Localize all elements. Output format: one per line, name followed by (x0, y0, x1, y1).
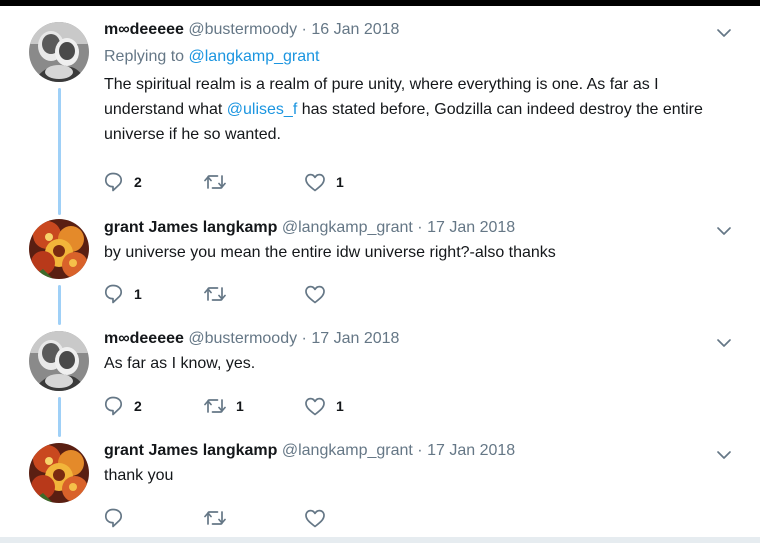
heart-icon (305, 173, 325, 192)
retweet-button[interactable] (204, 507, 236, 529)
chevron-down-icon[interactable] (716, 337, 732, 349)
mention-link[interactable]: @ulises_f (227, 101, 298, 118)
reply-count: 1 (134, 286, 142, 302)
tweet-date[interactable]: 17 Jan 2018 (311, 330, 399, 347)
thread-connector (58, 285, 61, 325)
display-name[interactable]: grant James langkamp (104, 219, 277, 236)
separator: · (301, 21, 307, 38)
avatar[interactable] (29, 22, 89, 82)
chevron-down-icon[interactable] (716, 27, 732, 39)
separator: · (417, 219, 423, 236)
like-count: 1 (336, 174, 344, 190)
tweet-header: grant James langkamp @langkamp_grant · 1… (104, 218, 724, 238)
chevron-down-icon[interactable] (716, 225, 732, 237)
avatar[interactable] (29, 219, 89, 279)
separator: · (417, 442, 423, 459)
thread-connector (58, 88, 61, 215)
retweet-icon (204, 399, 226, 413)
like-button[interactable] (304, 283, 336, 305)
reply-button[interactable]: 1 (104, 283, 142, 305)
reply-icon (104, 508, 123, 528)
tweet-text-part: thank you (104, 467, 174, 484)
tweet-text-part: As far as I know, yes. (104, 355, 256, 372)
tweet-text: The spiritual realm is a realm of pure u… (104, 72, 724, 147)
heart-icon (305, 285, 325, 304)
retweet-button[interactable] (204, 283, 236, 305)
tweet-date[interactable]: 16 Jan 2018 (311, 21, 399, 38)
avatar[interactable] (29, 443, 89, 503)
like-button[interactable]: 1 (304, 171, 344, 193)
tweet-header: m∞deeeee @bustermoody · 17 Jan 2018 (104, 329, 724, 349)
like-button[interactable]: 1 (304, 395, 344, 417)
like-button[interactable] (304, 507, 336, 529)
replying-to-link[interactable]: @langkamp_grant (189, 48, 320, 65)
user-handle[interactable]: @langkamp_grant (282, 442, 413, 459)
user-handle[interactable]: @langkamp_grant (282, 219, 413, 236)
reply-icon (104, 396, 123, 416)
separator: · (301, 330, 307, 347)
tweet-text-part: by universe you mean the entire idw univ… (104, 244, 556, 261)
tweet-date[interactable]: 17 Jan 2018 (427, 442, 515, 459)
retweet-button[interactable]: 1 (204, 395, 244, 417)
heart-icon (305, 397, 325, 416)
reply-count: 2 (134, 174, 142, 190)
reply-button[interactable]: 2 (104, 395, 142, 417)
replying-prefix: Replying to (104, 48, 185, 65)
retweet-icon (204, 287, 226, 301)
reply-count: 2 (134, 398, 142, 414)
retweet-icon (204, 511, 226, 525)
display-name[interactable]: grant James langkamp (104, 442, 277, 459)
retweet-icon (204, 175, 226, 189)
tweet-header: grant James langkamp @langkamp_grant · 1… (104, 441, 724, 461)
user-handle[interactable]: @bustermoody (188, 21, 297, 38)
reply-icon (104, 284, 123, 304)
tweet-date[interactable]: 17 Jan 2018 (427, 219, 515, 236)
heart-icon (305, 509, 325, 528)
top-border (0, 0, 760, 6)
retweet-button[interactable] (204, 171, 236, 193)
tweet-header: m∞deeeee @bustermoody · 16 Jan 2018 (104, 20, 724, 40)
like-count: 1 (336, 398, 344, 414)
display-name[interactable]: m∞deeeee (104, 21, 184, 38)
reply-button[interactable] (104, 507, 134, 529)
reply-icon (104, 172, 123, 192)
tweet-text: by universe you mean the entire idw univ… (104, 240, 724, 265)
bottom-border (0, 537, 760, 543)
reply-button[interactable]: 2 (104, 171, 142, 193)
replying-to: Replying to @langkamp_grant (104, 47, 724, 67)
tweet-text: thank you (104, 463, 724, 488)
user-handle[interactable]: @bustermoody (188, 330, 297, 347)
tweet-text: As far as I know, yes. (104, 351, 724, 376)
retweet-count: 1 (236, 398, 244, 414)
thread-connector (58, 397, 61, 437)
avatar[interactable] (29, 331, 89, 391)
chevron-down-icon[interactable] (716, 449, 732, 461)
display-name[interactable]: m∞deeeee (104, 330, 184, 347)
